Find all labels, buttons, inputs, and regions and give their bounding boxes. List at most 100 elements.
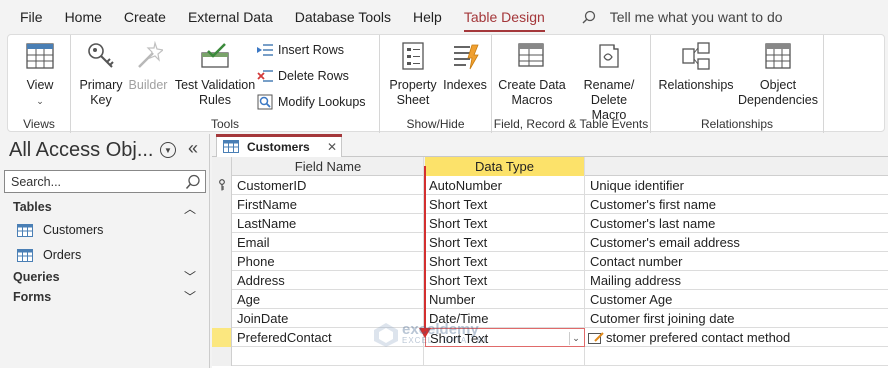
search-icon[interactable] (185, 174, 201, 190)
description-cell[interactable]: Customer's last name (586, 214, 888, 233)
row-selector[interactable] (212, 233, 232, 252)
table-row[interactable]: LastName Short Text Customer's last name (212, 214, 888, 233)
table-row-current[interactable]: PreferedContact Short Text ⌄ stomer pref… (212, 328, 888, 347)
indexes-button[interactable]: Indexes (441, 39, 489, 93)
field-name-cell[interactable]: Phone (233, 252, 424, 271)
insert-rows-button[interactable]: Insert Rows (257, 42, 344, 58)
data-type-cell[interactable]: Date/Time (425, 309, 585, 328)
tell-me-box[interactable]: Tell me what you want to do (582, 9, 783, 25)
table-row[interactable]: Age Number Customer Age (212, 290, 888, 309)
field-name-cell[interactable]: CustomerID (233, 176, 424, 195)
delete-rows-button[interactable]: Delete Rows (257, 68, 349, 84)
view-label: View (26, 78, 54, 92)
create-data-macros-button[interactable]: Create Data Macros (496, 39, 568, 108)
row-selector[interactable] (212, 271, 232, 290)
table-row[interactable]: Address Short Text Mailing address (212, 271, 888, 290)
tab-customers[interactable]: Customers ✕ (216, 134, 342, 158)
nav-section-queries[interactable]: Queries (13, 270, 60, 284)
description-cell[interactable]: Cutomer first joining date (586, 309, 888, 328)
row-selector[interactable] (212, 347, 232, 366)
test-validation-rules-button[interactable]: Test Validation Rules (173, 39, 257, 108)
data-type-cell[interactable]: Short Text (425, 195, 585, 214)
chevron-up-icon[interactable]: ︿ (184, 200, 196, 217)
description-cell[interactable]: Customer's first name (586, 195, 888, 214)
row-selector[interactable] (212, 328, 232, 347)
object-dependencies-button[interactable]: Object Dependencies (738, 39, 818, 108)
tell-me-text: Tell me what you want to do (609, 9, 783, 25)
relationships-button[interactable]: Relationships (658, 39, 734, 93)
property-sheet-button[interactable]: Property Sheet (387, 39, 439, 108)
menu-external-data[interactable]: External Data (177, 0, 284, 34)
data-type-dropdown[interactable]: Short Text ⌄ (425, 328, 585, 347)
field-name-cell[interactable]: Age (233, 290, 424, 309)
chevron-down-icon[interactable]: ⌄ (569, 332, 582, 345)
column-header-description[interactable] (586, 157, 888, 176)
close-icon[interactable]: ✕ (327, 140, 337, 154)
table-row[interactable]: CustomerID AutoNumber Unique identifier (212, 176, 888, 195)
field-name-cell[interactable]: Address (233, 271, 424, 290)
navigation-pane: All Access Obj... ▼ « Search... Tables ︿… (0, 134, 210, 368)
description-cell[interactable]: Customer's email address (586, 233, 888, 252)
table-row-empty[interactable] (212, 347, 888, 366)
row-selector[interactable] (212, 176, 232, 195)
field-name-cell[interactable]: JoinDate (233, 309, 424, 328)
table-row[interactable]: Phone Short Text Contact number (212, 252, 888, 271)
column-header-field-name[interactable]: Field Name (233, 157, 424, 176)
field-name-cell[interactable] (233, 347, 424, 366)
menu-file[interactable]: File (0, 0, 54, 34)
description-cell[interactable]: Unique identifier (586, 176, 888, 195)
data-type-cell[interactable]: Short Text (425, 214, 585, 233)
builder-button[interactable]: Builder (126, 39, 170, 93)
view-button[interactable]: View ⌄ (21, 39, 59, 109)
menu-home[interactable]: Home (54, 0, 113, 34)
table-row[interactable]: FirstName Short Text Customer's first na… (212, 195, 888, 214)
column-header-data-type[interactable]: Data Type (425, 157, 585, 176)
property-sheet-icon (396, 39, 430, 73)
collapse-pane-icon[interactable]: « (188, 138, 198, 159)
nav-search-input[interactable]: Search... (4, 170, 206, 193)
table-row[interactable]: Email Short Text Customer's email addres… (212, 233, 888, 252)
nav-pane-title[interactable]: All Access Obj... (9, 139, 154, 162)
row-selector[interactable] (212, 252, 232, 271)
field-name-cell[interactable]: Email (233, 233, 424, 252)
tools-group-label: Tools (210, 117, 239, 131)
menu-help[interactable]: Help (402, 0, 453, 34)
data-type-cell[interactable]: Short Text (425, 271, 585, 290)
nav-item-customers[interactable]: Customers (17, 223, 103, 237)
menu-database-tools[interactable]: Database Tools (284, 0, 402, 34)
table-row[interactable]: JoinDate Date/Time Cutomer first joining… (212, 309, 888, 328)
chevron-down-circle-icon[interactable]: ▼ (160, 142, 176, 158)
description-cell[interactable]: Contact number (586, 252, 888, 271)
description-cell[interactable] (586, 347, 888, 366)
field-name-cell[interactable]: LastName (233, 214, 424, 233)
menu-table-design[interactable]: Table Design (453, 0, 556, 34)
row-selector[interactable] (212, 214, 232, 233)
nav-section-tables[interactable]: Tables (13, 200, 52, 214)
description-cell[interactable]: Customer Age (586, 290, 888, 309)
delete-rows-icon (257, 68, 273, 84)
data-type-cell[interactable]: AutoNumber (425, 176, 585, 195)
data-type-cell[interactable]: Number (425, 290, 585, 309)
data-type-cell[interactable] (425, 347, 585, 366)
primary-key-button[interactable]: Primary Key (78, 39, 124, 108)
select-all-corner[interactable] (212, 157, 232, 176)
builder-label: Builder (128, 78, 168, 92)
data-type-cell[interactable]: Short Text (425, 233, 585, 252)
chevron-down-icon[interactable]: ﹀ (184, 268, 196, 285)
row-selector[interactable] (212, 309, 232, 328)
ribbon: View ⌄ Views Primary Key Builder Test Va… (7, 34, 885, 133)
nav-section-forms[interactable]: Forms (13, 290, 51, 304)
row-selector[interactable] (212, 195, 232, 214)
menu-create[interactable]: Create (113, 0, 177, 34)
description-cell[interactable]: stomer prefered contact method (586, 328, 888, 347)
field-name-cell[interactable]: FirstName (233, 195, 424, 214)
rename-delete-macro-button[interactable]: Rename/ Delete Macro (572, 39, 646, 123)
data-type-cell[interactable]: Short Text (425, 252, 585, 271)
field-name-cell[interactable]: PreferedContact (233, 328, 424, 347)
row-selector[interactable] (212, 290, 232, 309)
chevron-down-icon[interactable]: ﹀ (184, 288, 196, 305)
builder-pencil-icon[interactable] (588, 331, 604, 344)
nav-item-orders[interactable]: Orders (17, 248, 81, 262)
description-cell[interactable]: Mailing address (586, 271, 888, 290)
modify-lookups-button[interactable]: Modify Lookups (257, 94, 366, 110)
